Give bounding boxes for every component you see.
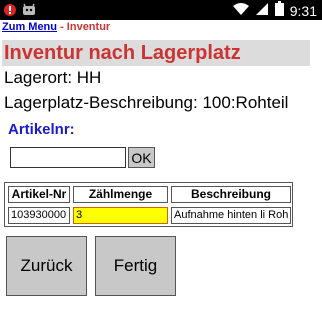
- inventory-table: Artikel-Nr Zählmenge Beschreibung 103930…: [4, 182, 293, 227]
- status-bar: 9:31: [0, 0, 322, 20]
- breadcrumb-separator: -: [60, 21, 64, 33]
- artikelnr-label: Artikelnr:: [8, 121, 75, 138]
- column-header-zaehlmenge: Zählmenge: [73, 186, 168, 203]
- artikelnr-input[interactable]: [10, 147, 126, 168]
- breadcrumb-current: Inventur: [66, 21, 111, 33]
- column-header-beschreibung: Beschreibung: [171, 186, 291, 203]
- back-button[interactable]: Zurück: [6, 236, 87, 296]
- signal-icon: [255, 2, 269, 21]
- clock: 9:31: [289, 3, 317, 19]
- breadcrumb: Zum Menu - Inventur: [2, 21, 110, 34]
- page-title: Inventur nach Lagerplatz: [2, 40, 310, 66]
- lagerort-text: Lagerort: HH: [4, 68, 102, 87]
- done-button[interactable]: Fertig: [95, 236, 176, 296]
- zaehlmenge-input[interactable]: 3: [73, 207, 168, 224]
- alert-icon: [3, 2, 17, 23]
- ok-button[interactable]: OK: [128, 147, 155, 168]
- battery-icon: [274, 1, 284, 21]
- menu-link[interactable]: Zum Menu: [2, 21, 57, 33]
- cell-artikel-nr: 103930000: [8, 207, 70, 224]
- lagerplatz-text: Lagerplatz-Beschreibung: 100:Rohteil: [4, 93, 289, 112]
- android-icon: [21, 2, 37, 23]
- column-header-artikel-nr: Artikel-Nr: [8, 186, 70, 203]
- wifi-icon: [232, 2, 249, 21]
- cell-beschreibung: Aufnahme hinten li Roh: [171, 207, 291, 224]
